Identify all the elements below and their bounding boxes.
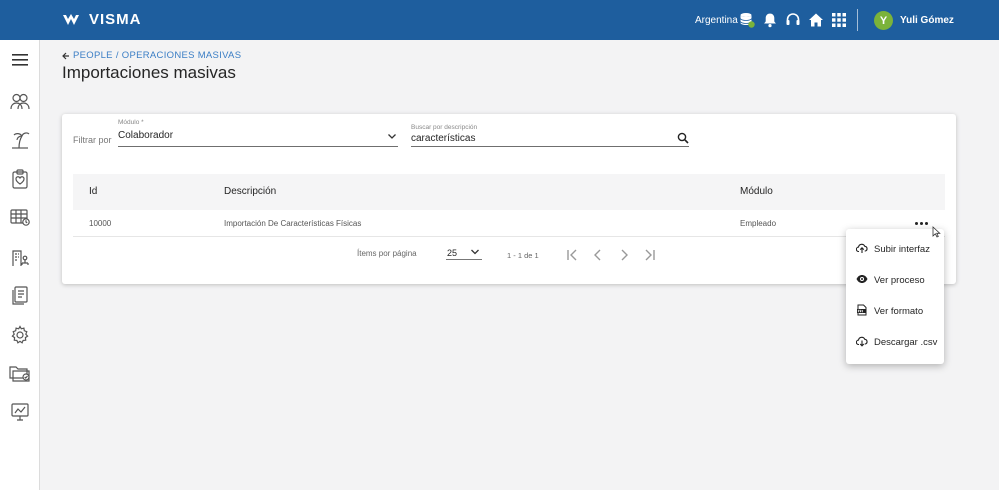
row-actions-more-icon[interactable] xyxy=(915,219,931,227)
chevron-down-icon xyxy=(388,134,396,139)
calendar-table-icon xyxy=(10,209,30,226)
search-description-input[interactable]: Buscar por descripción características xyxy=(411,124,689,147)
row-actions-menu: Subir interfaz Ver proceso Ver formato D… xyxy=(846,229,944,364)
sidebar-item-self-service[interactable] xyxy=(9,401,31,423)
filter-by-label: Filtrar por xyxy=(73,135,112,145)
table-header xyxy=(73,174,945,210)
column-header-description[interactable]: Descripción xyxy=(224,186,276,197)
org-chart-icon xyxy=(12,250,29,266)
menu-item-download-csv[interactable]: Descargar .csv xyxy=(846,329,944,355)
first-page-icon[interactable] xyxy=(565,248,579,262)
eye-icon xyxy=(856,275,868,283)
sidebar-menu-toggle[interactable] xyxy=(9,49,31,71)
search-description-label: Buscar por descripción xyxy=(411,124,478,131)
top-bar: VISMA Argentina Y Yuli Gómez xyxy=(0,0,999,40)
breadcrumb-parent-link[interactable]: PEOPLE xyxy=(73,50,113,61)
user-avatar[interactable]: Y xyxy=(874,11,893,30)
sidebar-item-people[interactable] xyxy=(9,90,31,112)
menu-item-view-process[interactable]: Ver proceso xyxy=(846,267,944,293)
apps-grid-icon[interactable] xyxy=(831,12,847,28)
home-icon[interactable] xyxy=(808,12,824,28)
breadcrumb-separator: / xyxy=(115,50,119,61)
breadcrumb: PEOPLE / OPERACIONES MASIVAS xyxy=(62,50,241,61)
next-page-icon[interactable] xyxy=(617,248,631,262)
logo-text: VISMA xyxy=(89,11,142,28)
vacation-icon xyxy=(12,132,30,149)
column-header-id[interactable]: Id xyxy=(89,186,97,197)
cloud-upload-icon xyxy=(856,243,868,253)
visma-logo[interactable]: VISMA xyxy=(62,11,142,28)
sidebar-item-evaluations[interactable] xyxy=(9,168,31,190)
row-id: 10000 xyxy=(89,219,112,228)
notifications-bell-icon[interactable] xyxy=(762,12,778,28)
visma-logo-icon xyxy=(63,13,79,25)
sidebar-item-vacations[interactable] xyxy=(9,129,31,151)
module-select-value: Colaborador xyxy=(118,130,174,141)
column-header-module[interactable]: Módulo xyxy=(740,186,773,197)
menu-item-upload-interface[interactable]: Subir interfaz xyxy=(846,236,944,262)
mouse-cursor-icon xyxy=(932,226,941,238)
support-headset-icon[interactable] xyxy=(785,12,801,28)
chevron-down-icon xyxy=(471,249,479,255)
previous-page-icon[interactable] xyxy=(591,248,605,262)
sidebar-item-settings[interactable] xyxy=(9,324,31,346)
page-size-value: 25 xyxy=(447,248,458,258)
module-select[interactable]: Módulo * Colaborador xyxy=(118,119,398,147)
sidebar-item-documents[interactable] xyxy=(9,285,31,307)
menu-item-label: Descargar .csv xyxy=(874,337,938,348)
sidebar-item-organization[interactable] xyxy=(9,246,31,268)
menu-item-view-format[interactable]: Ver formato xyxy=(846,298,944,324)
last-page-icon[interactable] xyxy=(643,248,657,262)
row-description: Importación De Características Físicas xyxy=(224,219,362,228)
menu-item-label: Ver proceso xyxy=(874,275,925,286)
module-select-label: Módulo * xyxy=(118,119,144,126)
search-icon[interactable] xyxy=(677,132,689,144)
database-icon[interactable] xyxy=(739,12,755,28)
documents-icon xyxy=(12,286,28,305)
menu-item-label: Subir interfaz xyxy=(874,244,930,255)
folders-icon xyxy=(9,366,30,382)
row-divider xyxy=(73,236,945,237)
items-per-page-label: Ítems por página xyxy=(357,249,417,258)
monitor-icon xyxy=(11,403,29,421)
hamburger-menu-icon xyxy=(12,54,28,66)
row-module: Empleado xyxy=(740,219,777,228)
sidebar-item-files[interactable] xyxy=(9,362,31,384)
people-icon xyxy=(10,93,30,110)
topbar-divider xyxy=(857,9,858,31)
user-name[interactable]: Yuli Gómez xyxy=(900,15,954,26)
page-range: 1 - 1 de 1 xyxy=(507,251,539,260)
cloud-download-icon xyxy=(856,336,868,347)
sidebar-item-schedule[interactable] xyxy=(9,206,31,228)
page-size-select[interactable]: 25 xyxy=(446,243,482,260)
clipboard-icon xyxy=(12,169,28,189)
country-selector[interactable]: Argentina xyxy=(695,15,738,26)
gear-icon xyxy=(11,325,29,344)
back-arrow-icon[interactable] xyxy=(62,52,70,60)
page-title: Importaciones masivas xyxy=(62,63,236,82)
breadcrumb-current[interactable]: OPERACIONES MASIVAS xyxy=(122,50,242,61)
menu-item-label: Ver formato xyxy=(874,306,924,317)
csv-file-icon xyxy=(857,304,867,316)
search-description-value: características xyxy=(411,133,476,144)
sidebar xyxy=(0,40,40,490)
